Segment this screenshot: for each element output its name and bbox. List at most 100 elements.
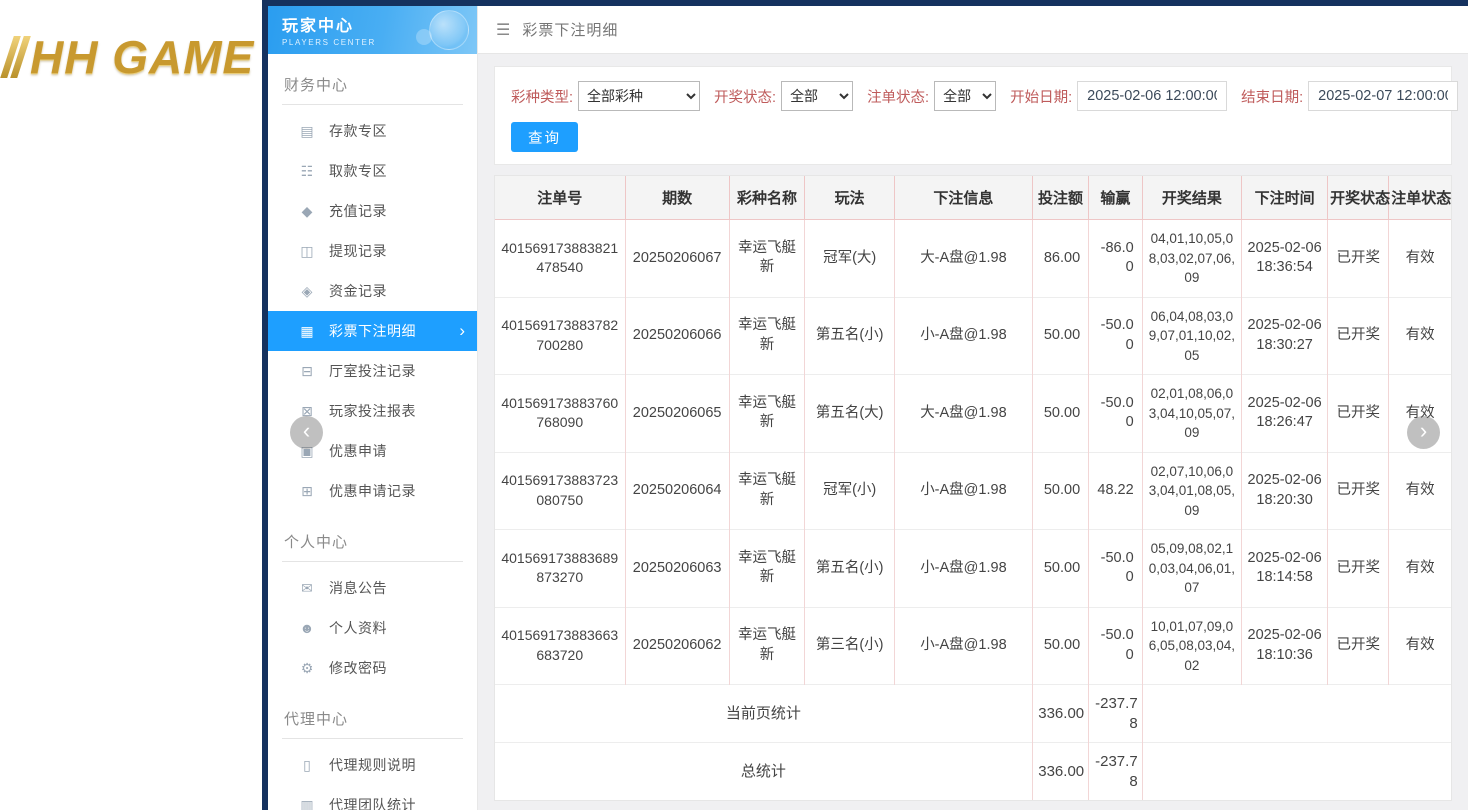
sidebar-item-label: 优惠申请记录 [329, 481, 416, 501]
grand-summary-row: 总统计 336.00 -237.78 [495, 743, 1451, 801]
filter-panel: 彩种类型: 全部彩种 开奖状态: 全部 注单状态: [494, 66, 1452, 165]
cell-bet-amount: 50.00 [1032, 375, 1088, 453]
sidebar-item-agent-team-stats[interactable]: ▥代理团队统计 [268, 785, 477, 810]
start-date-label: 开始日期: [1010, 86, 1072, 107]
cell-play: 第五名(小) [805, 530, 895, 608]
sidebar-item-announcement[interactable]: ✉ 消息公告 [268, 568, 477, 608]
column-header: 输赢 [1089, 176, 1143, 220]
page-summary-bet-total: 336.00 [1032, 685, 1088, 743]
cell-draw-status: 已开奖 [1328, 607, 1389, 685]
hall-bet-records-icon: ⊟ [298, 363, 316, 380]
bet-status-label: 注单状态: [867, 86, 929, 107]
sidebar-item-label: 消息公告 [329, 578, 387, 598]
chevron-right-icon: › [459, 321, 465, 341]
cell-bet-info: 小-A盘@1.98 [895, 452, 1033, 530]
cell-bet-amount: 50.00 [1032, 297, 1088, 375]
end-date-filter: 结束日期: [1241, 81, 1458, 111]
logo-bars-icon [4, 33, 28, 81]
sidebar-item-label: 个人资料 [329, 618, 387, 638]
summary-empty-cell [1142, 685, 1451, 743]
lottery-type-select[interactable]: 全部彩种 [578, 81, 700, 111]
collapse-left-button[interactable]: ‹ [290, 416, 323, 449]
sidebar-item-recharge-records[interactable]: ◆充值记录 [268, 191, 477, 231]
column-header: 注单状态 [1389, 176, 1451, 220]
cell-draw-result: 04,01,10,05,08,03,02,07,06,09 [1142, 220, 1241, 298]
cell-bet-time: 2025-02-06 18:36:54 [1242, 220, 1328, 298]
sidebar-item-hall-bet-records[interactable]: ⊟ 厅室投注记录 [268, 351, 477, 391]
query-button[interactable]: 查询 [511, 122, 578, 152]
page-title: 彩票下注明细 [522, 19, 618, 40]
cell-win-loss: -50.00 [1089, 530, 1143, 608]
column-header: 注单号 [495, 176, 625, 220]
cell-draw-result: 02,01,08,06,03,04,10,05,07,09 [1142, 375, 1241, 453]
page: HH GAME 玩家中心 PLAYERS CENTER 财务中心▤存款专区☷取款… [0, 0, 1468, 810]
sidebar-item-agent-rules[interactable]: ▯代理规则说明 [268, 745, 477, 785]
cell-bet-no: 401569173883821478540 [495, 220, 625, 298]
cell-lottery-name: 幸运飞艇新 [729, 607, 805, 685]
bet-status-select[interactable]: 全部 [934, 81, 996, 111]
cell-bet-time: 2025-02-06 18:26:47 [1242, 375, 1328, 453]
sidebar-item-profile[interactable]: ☻个人资料 [268, 608, 477, 648]
menu-toggle-icon[interactable]: ☰ [496, 20, 510, 40]
table-row: 40156917388378270028020250206066幸运飞艇新第五名… [495, 297, 1451, 375]
globe-decoration-icon [429, 10, 469, 50]
cell-bet-time: 2025-02-06 18:30:27 [1242, 297, 1328, 375]
cell-draw-result: 05,09,08,02,10,03,04,06,01,07 [1142, 530, 1241, 608]
end-date-input[interactable] [1308, 81, 1458, 111]
cell-bet-amount: 50.00 [1032, 530, 1088, 608]
sidebar-item-label: 厅室投注记录 [329, 361, 416, 381]
cell-win-loss: 48.22 [1089, 452, 1143, 530]
recharge-records-icon: ◆ [298, 203, 316, 220]
announcement-icon: ✉ [298, 580, 316, 597]
withdraw-icon: ☷ [298, 163, 316, 180]
cell-period: 20250206063 [625, 530, 729, 608]
table-summaries: 当前页统计 336.00 -237.78 总统计 336.00 -237.78 [495, 685, 1451, 801]
password-icon: ⚙ [298, 660, 316, 677]
cell-draw-result: 02,07,10,06,03,04,01,08,05,09 [1142, 452, 1241, 530]
cell-win-loss: -50.00 [1089, 607, 1143, 685]
draw-status-select[interactable]: 全部 [781, 81, 853, 111]
sidebar-item-promo-records[interactable]: ⊞优惠申请记录 [268, 471, 477, 511]
cell-bet-status: 有效 [1389, 452, 1451, 530]
column-header: 期数 [625, 176, 729, 220]
sidebar-section-title: 财务中心 [282, 68, 463, 105]
player-center-panel: 玩家中心 PLAYERS CENTER 财务中心▤存款专区☷取款专区◆充值记录◫… [262, 0, 1468, 810]
topbar: ☰ 彩票下注明细 [478, 6, 1468, 54]
agent-rules-icon: ▯ [298, 757, 316, 774]
cell-bet-info: 小-A盘@1.98 [895, 297, 1033, 375]
cell-draw-result: 06,04,08,03,09,07,01,10,02,05 [1142, 297, 1241, 375]
sidebar-item-label: 彩票下注明细 [329, 321, 416, 341]
sidebar-item-label: 取款专区 [329, 161, 387, 181]
cell-bet-status: 有效 [1389, 530, 1451, 608]
cell-bet-no: 401569173883723080750 [495, 452, 625, 530]
page-summary-row: 当前页统计 336.00 -237.78 [495, 685, 1451, 743]
cell-win-loss: -50.00 [1089, 375, 1143, 453]
sidebar-item-deposit[interactable]: ▤存款专区 [268, 111, 477, 151]
column-header: 下注信息 [895, 176, 1033, 220]
sidebar-item-funds-records[interactable]: ◈资金记录 [268, 271, 477, 311]
cell-lottery-name: 幸运飞艇新 [729, 375, 805, 453]
withdrawal-records-icon: ◫ [298, 243, 316, 260]
column-header: 下注时间 [1242, 176, 1328, 220]
cell-bet-time: 2025-02-06 18:20:30 [1242, 452, 1328, 530]
sidebar-item-lottery-bet-details[interactable]: ▦彩票下注明细› [268, 311, 477, 351]
grand-summary-bet-total: 336.00 [1032, 743, 1088, 801]
sidebar-item-withdraw[interactable]: ☷ 取款专区 [268, 151, 477, 191]
cell-period: 20250206066 [625, 297, 729, 375]
sidebar-item-password[interactable]: ⚙修改密码 [268, 648, 477, 688]
cell-win-loss: -50.00 [1089, 297, 1143, 375]
cell-play: 冠军(大) [805, 220, 895, 298]
cell-draw-status: 已开奖 [1328, 452, 1389, 530]
cell-bet-amount: 86.00 [1032, 220, 1088, 298]
cell-play: 第五名(大) [805, 375, 895, 453]
content-area: 彩种类型: 全部彩种 开奖状态: 全部 注单状态: [478, 54, 1468, 810]
draw-status-label: 开奖状态: [714, 86, 776, 107]
table-row: 40156917388368987327020250206063幸运飞艇新第五名… [495, 530, 1451, 608]
cell-draw-status: 已开奖 [1328, 220, 1389, 298]
scroll-right-button[interactable]: › [1407, 416, 1440, 449]
sidebar-item-withdrawal-records[interactable]: ◫提现记录 [268, 231, 477, 271]
column-header: 投注额 [1032, 176, 1088, 220]
start-date-input[interactable] [1077, 81, 1227, 111]
table-body: 40156917388382147854020250206067幸运飞艇新冠军(… [495, 220, 1451, 685]
bet-table-card: 注单号期数彩种名称玩法下注信息投注额输赢开奖结果下注时间开奖状态注单状态 401… [494, 175, 1452, 801]
